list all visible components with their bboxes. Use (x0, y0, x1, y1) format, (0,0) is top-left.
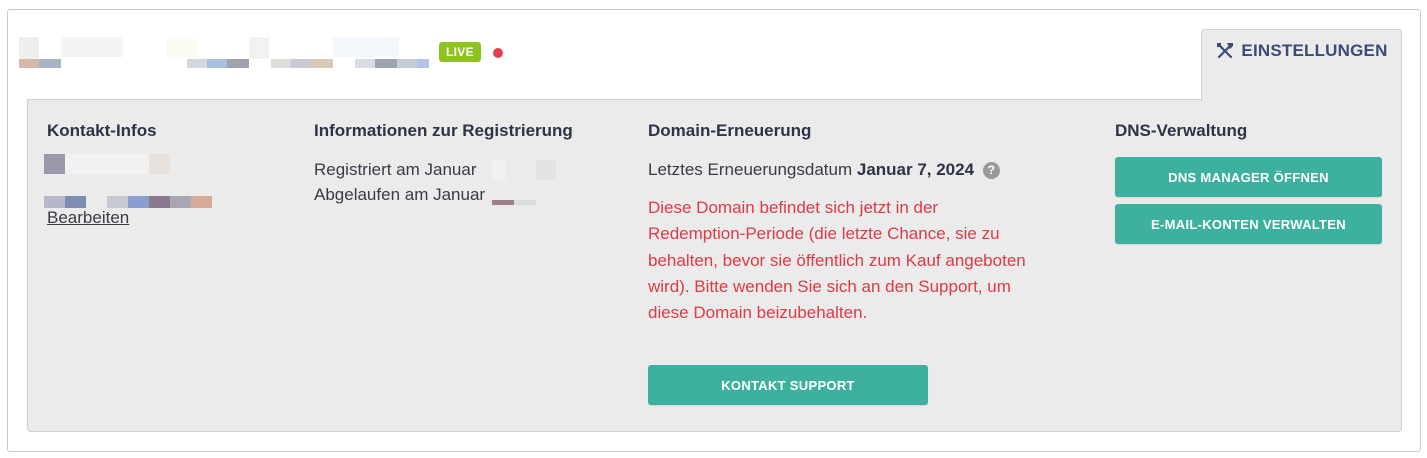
help-icon[interactable]: ? (982, 162, 1000, 179)
dns-title: DNS-Verwaltung (1115, 121, 1248, 140)
tools-icon (1215, 41, 1235, 61)
last-renewal-label: Letztes Erneuerungsdatum (648, 160, 853, 179)
registered-date: Registriert am Januar (314, 157, 477, 182)
edit-contact-link[interactable]: Bearbeiten (47, 208, 129, 228)
tab-settings[interactable]: EINSTELLUNGEN (1201, 29, 1402, 101)
last-renewal-date: Januar 7, 2024 (856, 160, 975, 179)
expired-date: Abgelaufen am Januar (314, 182, 485, 207)
manage-email-accounts-button[interactable]: E-MAIL-KONTEN VERWALTEN (1115, 204, 1382, 244)
registered-label: Registriert am Januar (314, 160, 477, 179)
contact-support-button[interactable]: KONTAKT SUPPORT (648, 365, 928, 405)
tab-settings-label: EINSTELLUNGEN (1241, 41, 1388, 60)
last-renewal-row: Letztes Erneuerungsdatum Januar 7, 2024 … (648, 157, 1000, 182)
live-badge: LIVE (439, 42, 481, 62)
status-dot (493, 48, 503, 58)
redemption-warning: Diese Domain befindet sich jetzt in der … (648, 198, 1026, 323)
open-dns-manager-button[interactable]: DNS MANAGER ÖFFNEN (1115, 157, 1382, 197)
domain-name-redacted (19, 37, 429, 69)
renewal-title: Domain-Erneuerung (648, 121, 812, 140)
expired-label: Abgelaufen am Januar (314, 185, 486, 204)
contact-title: Kontakt-Infos (47, 121, 157, 140)
registration-title: Informationen zur Registrierung (314, 121, 573, 140)
